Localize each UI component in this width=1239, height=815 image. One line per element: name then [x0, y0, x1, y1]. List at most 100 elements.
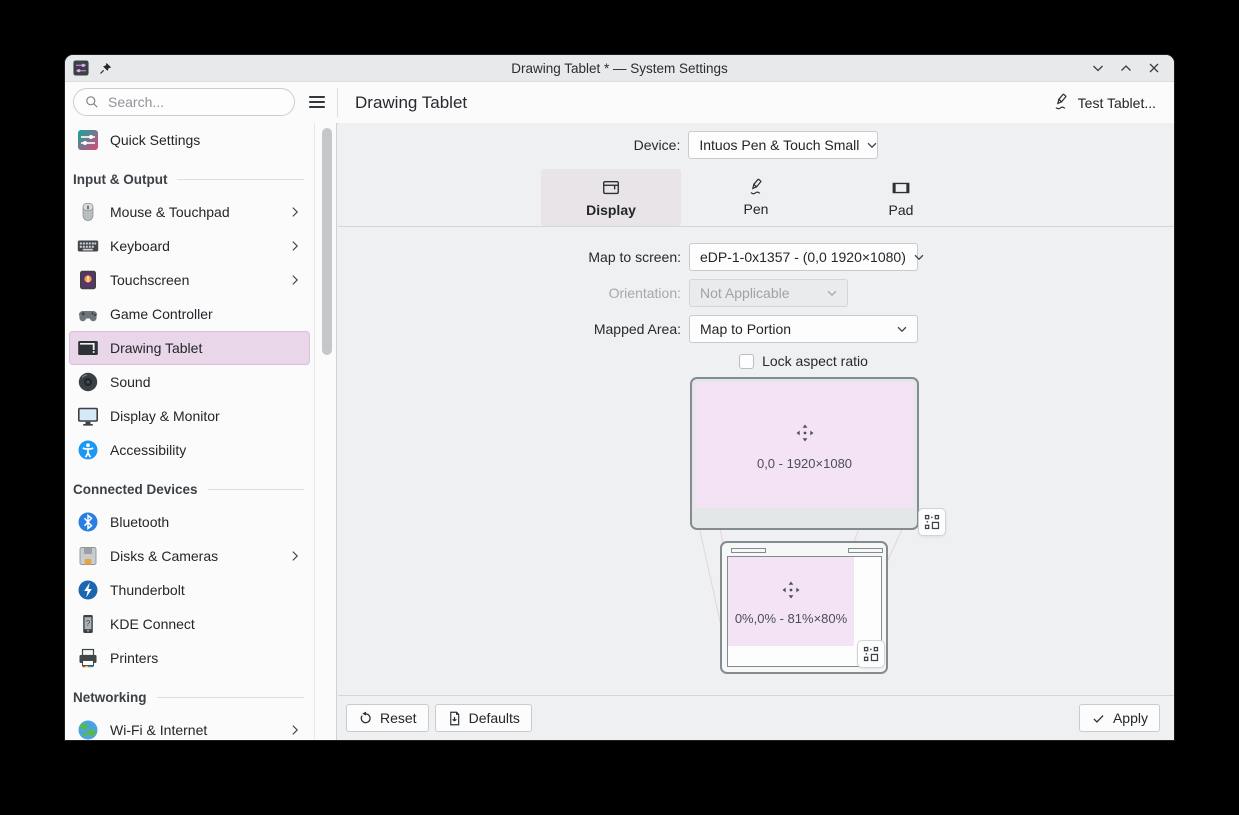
drawing-tablet-icon	[77, 337, 99, 359]
pad-tab-icon	[891, 178, 911, 198]
search-icon	[84, 94, 100, 110]
section-header-label: Networking	[73, 690, 147, 705]
menu-button[interactable]	[303, 88, 331, 116]
sidebar-item-printers[interactable]: Printers	[69, 641, 310, 675]
map-to-screen-select[interactable]: eDP-1-0x1357 - (0,0 1920×1080)	[689, 243, 918, 271]
sidebar-item-game-controller[interactable]: Game Controller	[69, 297, 310, 331]
test-tablet-label: Test Tablet...	[1078, 95, 1156, 111]
tab-label: Display	[586, 202, 636, 218]
sidebar-item-quick-settings[interactable]: Quick Settings	[69, 123, 310, 157]
keyboard-icon	[77, 235, 99, 257]
resize-icon	[924, 514, 940, 530]
orientation-value: Not Applicable	[700, 285, 790, 301]
sidebar-item-touchscreen[interactable]: Touchscreen	[69, 263, 310, 297]
sidebar-item-thunderbolt[interactable]: Thunderbolt	[69, 573, 310, 607]
device-select[interactable]: Intuos Pen & Touch Small	[688, 131, 878, 159]
tab-label: Pen	[744, 201, 769, 217]
chevron-right-icon	[288, 205, 302, 219]
accessibility-icon	[77, 439, 99, 461]
device-label: Device:	[634, 137, 681, 153]
move-icon	[778, 577, 804, 603]
main-panel: Device: Intuos Pen & Touch Small Display…	[338, 123, 1174, 740]
tabs-divider	[338, 226, 1174, 227]
screen-mapping-caption: 0,0 - 1920×1080	[757, 456, 852, 471]
orientation-label: Orientation:	[338, 285, 681, 301]
reset-label: Reset	[380, 710, 417, 726]
reset-button[interactable]: Reset	[346, 704, 429, 732]
screen-resize-button[interactable]	[918, 508, 946, 536]
sidebar-item-wi-fi-internet[interactable]: Wi-Fi & Internet	[69, 713, 310, 740]
sidebar-item-sound[interactable]: Sound	[69, 365, 310, 399]
sidebar-item-bluetooth[interactable]: Bluetooth	[69, 505, 310, 539]
sidebar-item-label: Quick Settings	[110, 132, 302, 148]
sidebar-item-label: Disks & Cameras	[110, 548, 277, 564]
orientation-select: Not Applicable	[689, 279, 848, 307]
search-box[interactable]	[73, 88, 295, 116]
window-title: Drawing Tablet * — System Settings	[65, 61, 1174, 76]
tab-display[interactable]: Display	[541, 169, 681, 226]
sidebar-item-label: Display & Monitor	[110, 408, 302, 424]
close-button[interactable]	[1144, 58, 1164, 78]
sidebar-item-label: Drawing Tablet	[110, 340, 302, 356]
printers-icon	[77, 647, 99, 669]
sidebar-item-accessibility[interactable]: Accessibility	[69, 433, 310, 467]
sidebar: Quick Settings Input & Output Mouse & Touc…	[65, 123, 337, 740]
disks-cameras-icon	[77, 545, 99, 567]
lock-aspect-label: Lock aspect ratio	[762, 353, 868, 369]
screen-mapped-area[interactable]: 0,0 - 1920×1080	[695, 382, 914, 508]
pin-icon[interactable]	[98, 61, 113, 76]
device-row: Device: Intuos Pen & Touch Small	[338, 131, 1174, 159]
minimize-button[interactable]	[1088, 58, 1108, 78]
bluetooth-icon	[77, 511, 99, 533]
search-input[interactable]	[106, 93, 260, 111]
chevron-down-icon	[895, 322, 909, 336]
chevron-right-icon	[288, 723, 302, 737]
defaults-label: Defaults	[469, 710, 520, 726]
header-divider	[337, 88, 338, 117]
sidebar-scrollbar[interactable]	[322, 128, 332, 355]
chevron-down-icon	[825, 286, 839, 300]
undo-icon	[358, 711, 373, 726]
thunderbolt-icon	[77, 579, 99, 601]
device-value: Intuos Pen & Touch Small	[699, 137, 859, 153]
tablet-mapped-area[interactable]: 0%,0% - 81%×80%	[728, 557, 854, 646]
tab-bar: Display Pen Pad	[338, 169, 1174, 226]
sidebar-item-label: Bluetooth	[110, 514, 302, 530]
svg-text:?: ?	[86, 619, 91, 628]
pen-icon	[747, 178, 766, 197]
checkmark-icon	[1091, 711, 1106, 726]
sidebar-item-display-monitor[interactable]: Display & Monitor	[69, 399, 310, 433]
sidebar-section-networking: Networking	[65, 675, 314, 713]
apply-label: Apply	[1113, 710, 1148, 726]
sidebar-item-disks-cameras[interactable]: Disks & Cameras	[69, 539, 310, 573]
game-controller-icon	[77, 303, 99, 325]
sidebar-item-mouse-touchpad[interactable]: Mouse & Touchpad	[69, 195, 310, 229]
document-revert-icon	[447, 711, 462, 726]
maximize-button[interactable]	[1116, 58, 1136, 78]
section-header-label: Connected Devices	[73, 482, 198, 497]
mapped-area-select[interactable]: Map to Portion	[689, 315, 918, 343]
sidebar-list: Quick Settings Input & Output Mouse & Touc…	[65, 123, 315, 740]
lock-aspect-checkbox[interactable]	[739, 354, 754, 369]
apply-button[interactable]: Apply	[1079, 704, 1160, 732]
map-to-screen-value: eDP-1-0x1357 - (0,0 1920×1080)	[700, 249, 906, 265]
tablet-resize-button[interactable]	[857, 640, 885, 668]
resize-icon	[863, 646, 879, 662]
tab-pen[interactable]: Pen	[686, 169, 826, 226]
page-title: Drawing Tablet	[355, 82, 467, 123]
section-header-label: Input & Output	[73, 172, 167, 187]
sidebar-item-keyboard[interactable]: Keyboard	[69, 229, 310, 263]
display-monitor-icon	[77, 405, 99, 427]
sidebar-item-label: Sound	[110, 374, 302, 390]
quick-settings-icon	[77, 129, 99, 151]
defaults-button[interactable]: Defaults	[435, 704, 532, 732]
sidebar-item-drawing-tablet[interactable]: Drawing Tablet	[69, 331, 310, 365]
app-logo-icon	[73, 60, 89, 76]
sound-icon	[77, 371, 99, 393]
tablet-button-strip	[731, 548, 766, 553]
mapping-form: Map to screen: eDP-1-0x1357 - (0,0 1920×…	[338, 243, 1174, 343]
sidebar-item-kde-connect[interactable]: ?KDE Connect	[69, 607, 310, 641]
test-tablet-button[interactable]: Test Tablet...	[1048, 89, 1160, 116]
touchscreen-icon	[77, 269, 99, 291]
tab-pad[interactable]: Pad	[831, 169, 971, 226]
